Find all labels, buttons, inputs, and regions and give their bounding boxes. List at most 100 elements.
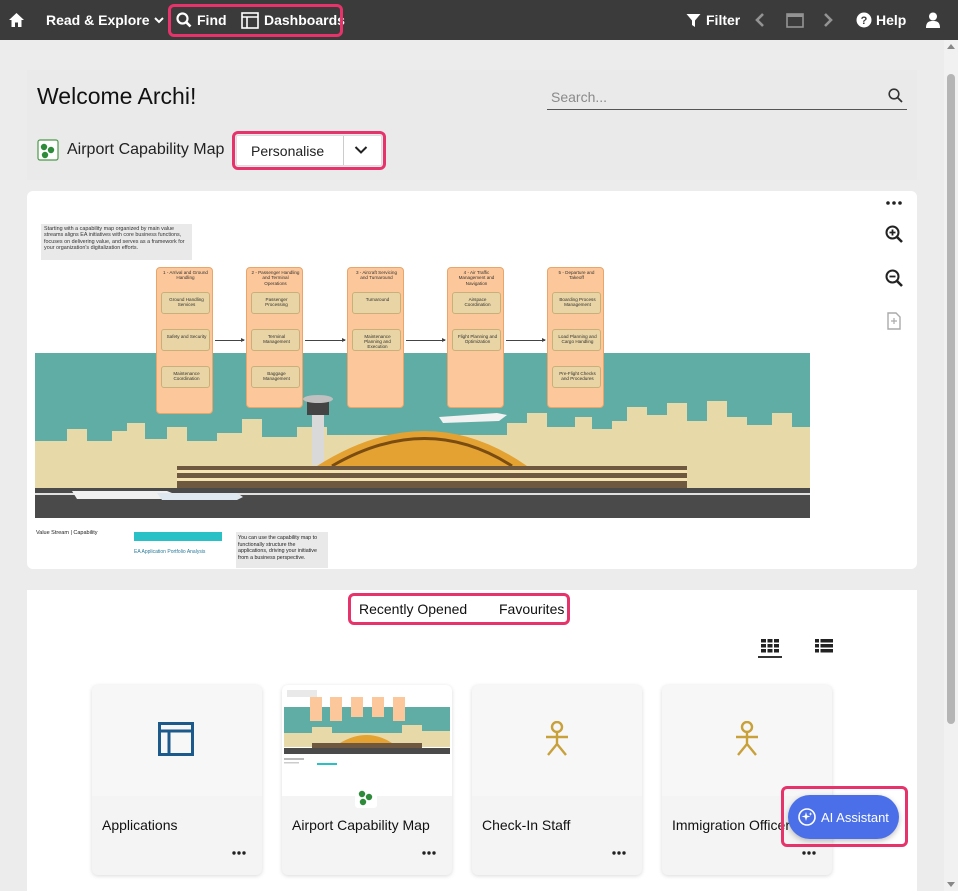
capability-label: Flight Planning and Optimization: [457, 334, 498, 345]
capability-label: Maintenance Coordination: [173, 371, 200, 382]
scroll-up-arrow[interactable]: [947, 44, 955, 49]
value-stream-title: 1 - Arrival and Ground Handling: [163, 270, 208, 281]
tile-name: Immigration Officer: [672, 817, 790, 833]
list-view-button[interactable]: [812, 636, 836, 658]
svg-text:?: ?: [861, 15, 868, 27]
actor-icon: [546, 721, 568, 756]
arrow-head: [342, 338, 346, 342]
capability-label: Ground Handling Services: [169, 297, 204, 308]
value-stream-column[interactable]: 4 - Air Traffic Management and Navigatio…: [447, 267, 504, 408]
capability-box[interactable]: Baggage Management: [251, 366, 300, 388]
search-icon: [176, 12, 192, 28]
read-explore-label: Read & Explore: [46, 12, 150, 28]
fit-screen-icon: [887, 312, 901, 330]
terminal-building: [177, 466, 687, 488]
capability-box[interactable]: Maintenance Coordination: [161, 366, 210, 388]
forward-button[interactable]: [823, 0, 833, 40]
dashboards-label: Dashboards: [264, 12, 345, 28]
legend-text: Value Stream | Capability: [36, 530, 98, 536]
more-horizontal-icon[interactable]: [802, 851, 816, 855]
mini-map-preview: [284, 690, 450, 765]
capability-box[interactable]: Turnaround: [352, 292, 401, 314]
zoom-out-button[interactable]: [880, 264, 908, 292]
capability-map-icon: [355, 786, 377, 808]
capability-box[interactable]: Flight Planning and Optimization: [452, 329, 501, 351]
search-box: [547, 83, 907, 110]
search-icon[interactable]: [888, 88, 903, 103]
home-icon: [9, 13, 24, 27]
more-horizontal-icon[interactable]: [612, 851, 626, 855]
filter-label: Filter: [706, 12, 741, 28]
capability-label: Airspace Coordination: [464, 297, 491, 308]
find-button[interactable]: Find: [176, 0, 227, 40]
capability-box[interactable]: Load Planning and Cargo Handling: [552, 329, 601, 351]
zoom-out-icon: [885, 269, 903, 287]
outro-text: You can use the capability map to functi…: [238, 535, 318, 561]
chevron-down-icon[interactable]: [354, 145, 368, 155]
chevron-left-icon: [755, 13, 764, 27]
capability-box[interactable]: Airspace Coordination: [452, 292, 501, 314]
read-explore-menu[interactable]: Read & Explore: [46, 0, 165, 40]
recent-tile[interactable]: Immigration Officer: [662, 685, 832, 875]
ai-assistant-button[interactable]: AI Assistant: [788, 795, 899, 839]
find-label: Find: [197, 12, 227, 28]
value-stream-column[interactable]: 3 - Aircraft Servicing and Turnaround Tur…: [347, 267, 404, 408]
capability-box[interactable]: Terminal Management: [251, 329, 300, 351]
view-layout-icon: [158, 722, 194, 756]
scroll-down-arrow[interactable]: [947, 882, 955, 887]
value-stream-column[interactable]: 5 - Departure and Takeoff Boarding Proces…: [547, 267, 604, 408]
welcome-title: Welcome Archi!: [37, 83, 197, 109]
value-stream-title: 4 - Air Traffic Management and Navigatio…: [458, 270, 495, 286]
more-horizontal-icon[interactable]: [232, 851, 246, 855]
capability-label: Pre-Flight Checks and Procedures: [559, 371, 596, 382]
list-icon: [815, 639, 833, 653]
grid-view-button[interactable]: [758, 636, 782, 658]
capability-box[interactable]: Safety and Security: [161, 329, 210, 351]
scrollbar-thumb[interactable]: [947, 74, 955, 724]
actor-icon: [736, 721, 758, 756]
window-icon: [786, 12, 804, 28]
value-stream-column[interactable]: 1 - Arrival and Ground Handling Ground Ha…: [156, 267, 213, 414]
dropdown-separator: [343, 136, 344, 165]
capability-box[interactable]: Passenger Processing: [251, 292, 300, 314]
value-stream-title: 5 - Departure and Takeoff: [558, 270, 595, 281]
help-button[interactable]: ? Help: [856, 0, 906, 40]
chevron-down-icon: [154, 16, 165, 23]
intro-text: Starting with a capability map organized…: [44, 226, 185, 251]
capability-label: Load Planning and Cargo Handling: [558, 334, 597, 345]
tile-thumbnail: [282, 685, 452, 808]
fit-to-screen-button[interactable]: [880, 307, 908, 335]
chevron-right-icon: [824, 13, 833, 27]
more-horizontal-icon: [886, 201, 902, 205]
capability-label: Terminal Management: [263, 334, 290, 345]
filter-button[interactable]: Filter: [686, 0, 740, 40]
user-menu-button[interactable]: [926, 0, 940, 40]
more-options-button[interactable]: [880, 189, 908, 217]
legend-link[interactable]: EA Application Portfolio Analysis: [134, 549, 205, 555]
tab-favourites[interactable]: Favourites: [499, 601, 564, 617]
zoom-in-icon: [885, 225, 903, 243]
search-input[interactable]: [551, 87, 871, 107]
flow-arrow: [215, 338, 245, 342]
home-button[interactable]: [8, 0, 25, 40]
tile-thumbnail: [92, 685, 262, 796]
capability-box[interactable]: Maintenance Planning and Execution: [352, 329, 401, 351]
more-horizontal-icon[interactable]: [422, 851, 436, 855]
flow-arrow: [506, 338, 546, 342]
capability-box[interactable]: Ground Handling Services: [161, 292, 210, 314]
recent-tile[interactable]: Applications: [92, 685, 262, 875]
zoom-in-button[interactable]: [880, 220, 908, 248]
capability-label: Safety and Security: [166, 334, 207, 339]
recent-tile[interactable]: Airport Capability Map: [282, 685, 452, 875]
tab-recently-opened[interactable]: Recently Opened: [359, 601, 467, 617]
window-button[interactable]: [786, 0, 804, 40]
back-button[interactable]: [755, 0, 765, 40]
capability-label: Maintenance Planning and Execution: [364, 334, 391, 350]
personalise-dropdown[interactable]: Personalise: [236, 135, 382, 166]
value-stream-column[interactable]: 2 - Passenger Handling and Terminal Oper…: [246, 267, 303, 408]
capability-box[interactable]: Boarding Process Management: [552, 292, 601, 314]
dashboards-button[interactable]: Dashboards: [241, 0, 345, 40]
page-scrollbar[interactable]: [944, 40, 958, 891]
capability-box[interactable]: Pre-Flight Checks and Procedures: [552, 366, 601, 388]
recent-tile[interactable]: Check-In Staff: [472, 685, 642, 875]
